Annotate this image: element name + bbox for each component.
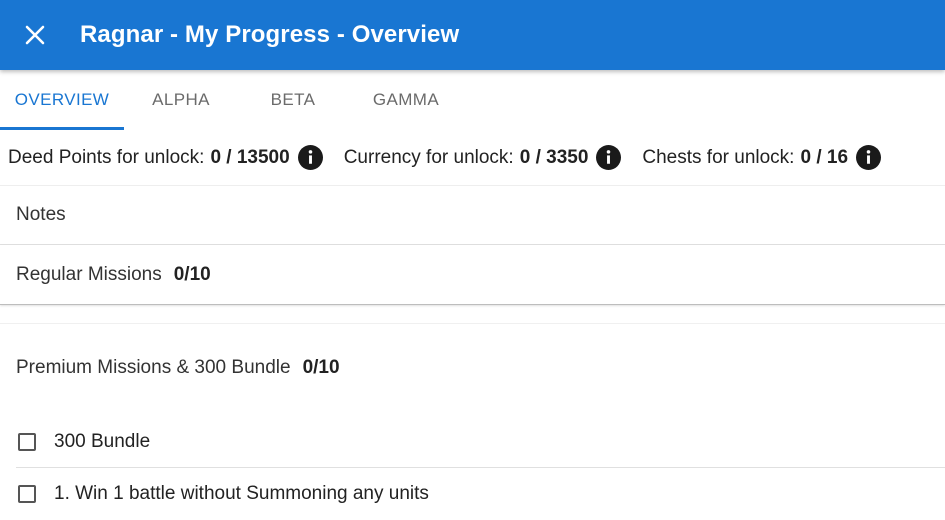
- notes-label: Notes: [16, 204, 66, 225]
- task-label: 1. Win 1 battle without Summoning any un…: [54, 483, 429, 504]
- info-icon[interactable]: [596, 145, 622, 170]
- task-checkbox[interactable]: [18, 485, 36, 503]
- premium-missions-count: 0/10: [302, 357, 340, 378]
- regular-missions-count: 0/10: [173, 263, 211, 285]
- info-icon[interactable]: [297, 145, 323, 170]
- info-icon[interactable]: [856, 145, 882, 170]
- tab-bar: OVERVIEW ALPHA BETA GAMMA: [0, 70, 945, 130]
- tab-alpha[interactable]: ALPHA: [124, 70, 238, 130]
- task-item: 1. Win 1 battle without Summoning any un…: [16, 468, 945, 520]
- stat-deed-points: Deed Points for unlock: 0 / 13500: [8, 145, 323, 170]
- premium-missions-header: Premium Missions & 300 Bundle 0/10: [0, 340, 945, 396]
- regular-missions-label: Regular Missions: [16, 263, 162, 285]
- stat-currency-label: Currency for unlock:: [343, 146, 514, 168]
- stat-currency-value: 0 / 3350: [519, 146, 589, 168]
- close-icon: [25, 25, 45, 45]
- stat-currency: Currency for unlock: 0 / 3350: [344, 145, 622, 170]
- stat-chests-value: 0 / 16: [800, 146, 849, 168]
- notes-section-header[interactable]: Notes: [0, 186, 945, 245]
- stat-chests-label: Chests for unlock:: [642, 146, 795, 168]
- app-bar: Ragnar - My Progress - Overview: [0, 0, 945, 70]
- stat-deed-points-value: 0 / 13500: [210, 146, 290, 168]
- tab-gamma[interactable]: GAMMA: [348, 70, 464, 130]
- tab-beta[interactable]: BETA: [238, 70, 348, 130]
- divider: [0, 323, 945, 324]
- tab-overview[interactable]: OVERVIEW: [0, 70, 124, 130]
- unlock-stats-bar: Deed Points for unlock: 0 / 13500 Curren…: [0, 130, 945, 186]
- regular-missions-header[interactable]: Regular Missions 0/10: [0, 245, 945, 305]
- stat-chests: Chests for unlock: 0 / 16: [642, 145, 882, 170]
- page-title: Ragnar - My Progress - Overview: [80, 21, 460, 48]
- close-button[interactable]: [0, 0, 70, 70]
- task-checkbox[interactable]: [18, 432, 36, 451]
- premium-missions-label: Premium Missions & 300 Bundle: [16, 357, 291, 378]
- stat-deed-points-label: Deed Points for unlock:: [8, 146, 205, 168]
- task-label: 300 Bundle: [54, 430, 151, 452]
- task-item: 300 Bundle: [16, 416, 945, 468]
